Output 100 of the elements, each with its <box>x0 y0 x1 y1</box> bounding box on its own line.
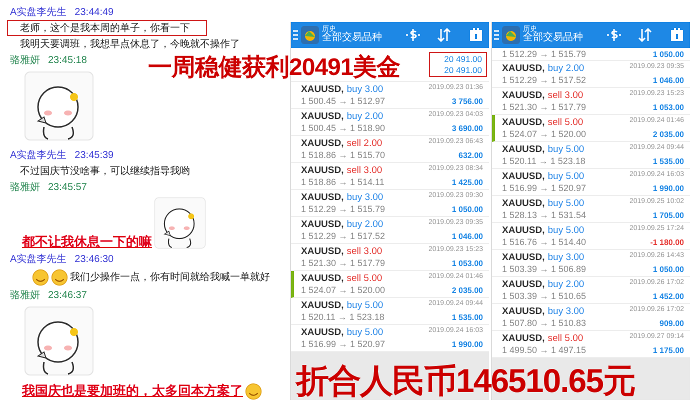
order-type: sell 3.00 <box>346 246 382 257</box>
price-range: 1 512.29 → 1 515.79 <box>502 49 588 59</box>
price-range: 1 516.99 → 1 520.97 <box>301 339 386 349</box>
message-time: 23:44:49 <box>74 6 114 18</box>
symbol: XAUUSD, <box>301 219 344 230</box>
sender-name: A实盘李先生 <box>10 148 67 162</box>
currency-icon[interactable] <box>606 28 622 42</box>
profit: 1 990.00 <box>652 184 684 193</box>
order-type: sell 3.00 <box>346 165 382 176</box>
order-type: sell 5.00 <box>346 273 382 284</box>
price-range: 1 528.13 → 1 531.54 <box>502 210 588 220</box>
profit: 1 050.00 <box>652 50 684 58</box>
profit: 1 535.00 <box>652 157 684 166</box>
order-type: buy 5.00 <box>346 327 384 338</box>
price-range: 1 507.80 → 1 510.83 <box>502 318 588 328</box>
symbol: XAUUSD, <box>301 192 344 203</box>
emoji-icon <box>245 383 262 400</box>
screen-title: 全部交易品种 <box>523 33 584 44</box>
price-range: 1 512.29 → 1 517.52 <box>502 75 588 85</box>
symbol: XAUUSD, <box>502 90 545 101</box>
app-logo-icon <box>502 26 520 44</box>
sender-name: A实盘李先生 <box>10 252 67 266</box>
price-range: 1 518.86 → 1 515.70 <box>301 150 386 160</box>
profit: 1 050.00 <box>652 265 684 274</box>
profit: 3 690.00 <box>452 124 483 133</box>
emoji-icon <box>32 268 49 286</box>
order-type: buy 5.00 <box>548 225 584 236</box>
price-range: 1 524.07 → 1 520.00 <box>502 129 588 139</box>
menu-icon[interactable] <box>494 30 499 40</box>
message-time: 23:45:57 <box>48 182 87 192</box>
symbol: XAUUSD, <box>502 306 545 317</box>
order-type: sell 2.00 <box>346 138 382 149</box>
calendar-icon[interactable] <box>469 28 483 42</box>
profit: 1 452.00 <box>652 292 684 301</box>
balance-value: 20 491.00 <box>444 54 482 64</box>
sort-icon[interactable] <box>638 28 652 42</box>
symbol: XAUUSD, <box>502 63 545 74</box>
message-text: 都不让我休息一下的嘛 <box>22 233 152 251</box>
symbol: XAUUSD, <box>502 252 545 263</box>
profit: 1 053.00 <box>652 103 684 112</box>
profit: -1 180.00 <box>650 238 684 247</box>
profit: 1 535.00 <box>452 313 483 322</box>
menu-icon[interactable] <box>293 30 298 40</box>
symbol: XAUUSD, <box>301 246 344 257</box>
order-type: sell 5.00 <box>548 333 584 344</box>
price-range: 1 524.07 → 1 520.00 <box>301 285 386 295</box>
order-type: sell 3.00 <box>548 90 584 101</box>
message-time: 23:46:37 <box>48 290 87 300</box>
symbol: XAUUSD, <box>301 111 344 122</box>
app-logo-icon <box>301 26 319 44</box>
message-text: 我明天要调班，我想早点休息了，今晚就不操作了 <box>19 38 241 52</box>
order-type: buy 2.00 <box>346 219 384 230</box>
profit: 3 756.00 <box>452 97 483 106</box>
profit: 1 990.00 <box>452 340 483 349</box>
price-range: 1 512.29 → 1 515.79 <box>301 204 386 214</box>
price-range: 1 512.29 → 1 517.52 <box>301 231 386 241</box>
sender-name: 骆雅妍 <box>10 289 40 302</box>
symbol: XAUUSD, <box>502 333 545 344</box>
price-range: 1 503.39 → 1 510.65 <box>502 291 588 301</box>
message-time: 23:45:39 <box>74 150 114 160</box>
symbol: XAUUSD, <box>301 300 344 311</box>
price-range: 1 521.30 → 1 517.79 <box>301 258 386 268</box>
profit: 2 035.00 <box>452 286 483 295</box>
profit: 1 046.00 <box>652 76 684 85</box>
emoji-icon <box>51 268 68 286</box>
currency-icon[interactable] <box>405 28 421 42</box>
price-range: 1 500.45 → 1 518.90 <box>301 123 386 133</box>
screen-title: 全部交易品种 <box>322 33 383 44</box>
price-range: 1 518.86 → 1 514.11 <box>301 177 386 187</box>
symbol: XAUUSD, <box>301 165 344 176</box>
message-time: 23:45:18 <box>48 54 87 66</box>
footer-caption: 折合人民币146510.65元 <box>296 364 635 397</box>
profit: 1 705.00 <box>652 211 684 220</box>
profit: 1 175.00 <box>652 346 684 355</box>
sort-icon[interactable] <box>437 28 451 42</box>
price-range: 1 503.39 → 1 506.89 <box>502 264 588 274</box>
profit: 632.00 <box>458 151 483 160</box>
price-range: 1 516.76 → 1 514.40 <box>502 237 588 247</box>
trade-row[interactable]: 1 512.29 → 1 515.79 1 050.00 <box>492 48 690 61</box>
symbol: XAUUSD, <box>301 84 344 95</box>
message-text: 我们少操作一点，你有时间就给我喊一单就好 <box>70 270 270 284</box>
message-text: 老师，这个是我本周的单子，你看一下 <box>7 20 207 36</box>
order-type: buy 5.00 <box>346 300 384 311</box>
headline: 一周稳健获利20491美金 <box>148 56 400 80</box>
calendar-icon[interactable] <box>670 28 684 42</box>
price-range: 1 521.30 → 1 517.79 <box>502 102 588 112</box>
message-text: 我国庆也是要加班的，太多回本方案了 <box>22 382 243 400</box>
profit: 2 035.00 <box>652 130 684 139</box>
profit: 1 050.00 <box>452 205 483 214</box>
price-range: 1 499.50 → 1 497.15 <box>502 345 588 355</box>
order-type: buy 5.00 <box>548 144 584 155</box>
order-type: buy 2.00 <box>548 279 584 290</box>
symbol: XAUUSD, <box>301 138 344 149</box>
order-type: buy 5.00 <box>548 198 584 209</box>
order-type: buy 2.00 <box>548 63 584 74</box>
symbol: XAUUSD, <box>502 198 545 209</box>
profit: 1 053.00 <box>452 259 483 268</box>
balance-value: 20 491.00 <box>444 65 482 76</box>
sender-name: 骆雅妍 <box>10 54 40 67</box>
order-type: buy 3.00 <box>548 252 584 263</box>
